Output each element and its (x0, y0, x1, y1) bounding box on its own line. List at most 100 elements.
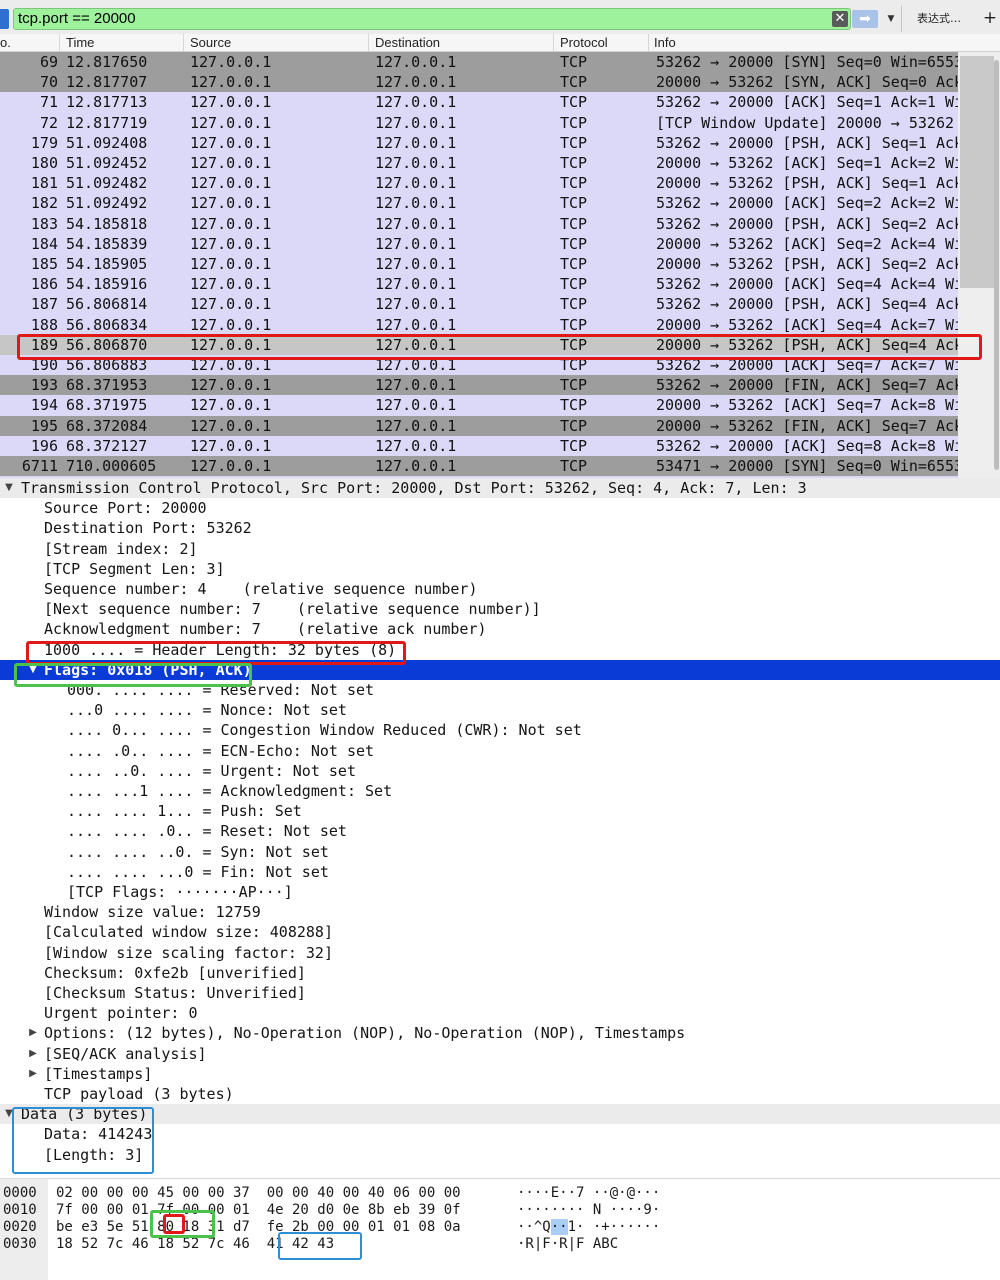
detail-row[interactable]: .... .0.. .... = ECN-Echo: Not set (0, 741, 1000, 761)
detail-row[interactable]: [TCP Segment Len: 3] (0, 559, 1000, 579)
packet-source-cell: 127.0.0.1 (190, 194, 272, 213)
apply-filter-arrow-icon[interactable]: ➡ (852, 10, 878, 28)
packet-no-cell: 6711 (21, 457, 58, 475)
expression-button[interactable]: 表达式… (906, 10, 972, 28)
detail-row[interactable]: Sequence number: 4 (relative sequence nu… (0, 579, 1000, 599)
bytes-ascii: ········ N ····9· (517, 1202, 660, 1219)
packet-source-cell: 127.0.0.1 (190, 113, 272, 132)
packet-row[interactable]: 186 54.185916 127.0.0.1 127.0.0.1 TCP 53262 →… (0, 274, 972, 295)
packet-row[interactable]: 187 56.806814 127.0.0.1 127.0.0.1 TCP 53262 →… (0, 294, 972, 315)
packet-no-cell: 187 (30, 295, 58, 314)
add-filter-button-icon[interactable]: + (982, 8, 998, 28)
column-header-no[interactable]: o. (0, 35, 11, 51)
packet-time-cell: 51.092492 (66, 194, 148, 213)
packet-row[interactable]: 180 51.092452 127.0.0.1 127.0.0.1 TCP 20000 →… (0, 153, 972, 174)
packet-list-minimap[interactable] (960, 56, 994, 288)
packet-no-cell: 180 (30, 154, 58, 172)
detail-row[interactable]: Window size value: 12759 (0, 902, 1000, 922)
bytes-row[interactable]: 0000 02 00 00 00 45 00 00 37 00 00 40 00 … (0, 1185, 1000, 1202)
column-header-source[interactable]: Source (190, 35, 231, 51)
packet-row[interactable]: 6711 710.000605 127.0.0.1 127.0.0.1 TCP 53471… (0, 456, 1000, 477)
detail-row[interactable]: .... .... ..0. = Syn: Not set (0, 842, 1000, 862)
detail-row[interactable]: .... .... 1... = Push: Set (0, 801, 1000, 821)
packet-row[interactable]: 71 12.817713 127.0.0.1 127.0.0.1 TCP 53262 → … (0, 92, 972, 113)
detail-row[interactable]: [Checksum Status: Unverified] (0, 983, 1000, 1003)
packet-list[interactable]: 69 12.817650 127.0.0.1 127.0.0.1 TCP 53262 → … (0, 52, 1000, 478)
detail-row[interactable]: [Next sequence number: 7 (relative seque… (0, 599, 1000, 619)
packet-row[interactable]: 194 68.371975 127.0.0.1 127.0.0.1 TCP 20000 →… (0, 395, 972, 416)
detail-row[interactable]: .... .... ...0 = Fin: Not set (0, 862, 1000, 882)
packet-row[interactable]: 188 56.806834 127.0.0.1 127.0.0.1 TCP 20000 →… (0, 314, 972, 335)
expanded-triangle-icon[interactable]: ▼ (0, 478, 18, 498)
column-header-time[interactable]: Time (66, 35, 94, 51)
column-header-protocol[interactable]: Protocol (560, 35, 608, 51)
detail-text: Options: (12 bytes), No-Operation (NOP),… (44, 1024, 686, 1043)
packet-row[interactable]: 193 68.371953 127.0.0.1 127.0.0.1 TCP 53262 →… (0, 375, 972, 396)
filter-history-dropdown-icon[interactable]: ▼ (884, 10, 898, 28)
detail-row[interactable]: Urgent pointer: 0 (0, 1003, 1000, 1023)
detail-row[interactable]: Acknowledgment number: 7 (relative ack n… (0, 619, 1000, 639)
packet-row[interactable]: 181 51.092482 127.0.0.1 127.0.0.1 TCP 20000 →… (0, 173, 972, 194)
packet-row[interactable]: 70 12.817707 127.0.0.1 127.0.0.1 TCP 20000 → … (0, 72, 972, 93)
packet-protocol-cell: TCP (560, 214, 588, 233)
packet-info-cell: 20000 → 53262 [ACK] Seq=4 Ack=7 Win (656, 315, 973, 334)
detail-row[interactable]: ...0 .... .... = Nonce: Not set (0, 700, 1000, 720)
detail-row[interactable]: [Window size scaling factor: 32] (0, 943, 1000, 963)
packet-time-cell: 710.000605 (66, 457, 157, 475)
packet-protocol-cell: TCP (560, 315, 588, 334)
packet-list-scroll-thumb[interactable] (994, 60, 999, 470)
detail-row[interactable]: Destination Port: 53262 (0, 518, 1000, 538)
detail-row[interactable]: ▶ [SEQ/ACK analysis] (0, 1044, 1000, 1064)
packet-row[interactable]: 182 51.092492 127.0.0.1 127.0.0.1 TCP 53262 →… (0, 193, 972, 214)
detail-row[interactable]: [Stream index: 2] (0, 539, 1000, 559)
packet-details-tree[interactable]: ▼ Transmission Control Protocol, Src Port… (0, 478, 1000, 1178)
packet-row[interactable]: 179 51.092408 127.0.0.1 127.0.0.1 TCP 53262 →… (0, 132, 972, 153)
detail-row[interactable]: .... ...1 .... = Acknowledgment: Set (0, 781, 1000, 801)
packet-row[interactable]: 196 68.372127 127.0.0.1 127.0.0.1 TCP 53262 →… (0, 435, 972, 456)
detail-row[interactable]: .... ..0. .... = Urgent: Not set (0, 761, 1000, 781)
packet-no-cell: 184 (30, 234, 58, 253)
packet-row[interactable]: 72 12.817719 127.0.0.1 127.0.0.1 TCP [TCP Win… (0, 112, 958, 133)
detail-row[interactable]: .... 0... .... = Congestion Window Reduc… (0, 720, 1000, 740)
column-header-destination[interactable]: Destination (375, 35, 440, 51)
packet-time-cell: 12.817707 (66, 73, 148, 92)
filter-bookmark-icon[interactable] (0, 9, 9, 29)
detail-text: [TCP Flags: ·······AP···] (67, 883, 293, 901)
packet-row[interactable]: 185 54.185905 127.0.0.1 127.0.0.1 TCP 20000 →… (0, 254, 972, 275)
detail-row[interactable]: [Calculated window size: 408288] (0, 922, 1000, 942)
detail-row[interactable]: Source Port: 20000 (0, 498, 1000, 518)
packet-destination-cell: 127.0.0.1 (375, 416, 457, 435)
packet-info-cell: [TCP Window Update] 20000 → 53262 (656, 113, 955, 132)
display-filter-input[interactable]: tcp.port == 20000 (13, 8, 851, 30)
column-header-info[interactable]: Info (654, 35, 676, 51)
packet-source-cell: 127.0.0.1 (190, 275, 272, 294)
detail-row[interactable]: Checksum: 0xfe2b [unverified] (0, 963, 1000, 983)
packet-no-cell: 193 (30, 376, 58, 395)
packet-no-cell: 179 (30, 133, 58, 152)
packet-row[interactable]: 184 54.185839 127.0.0.1 127.0.0.1 TCP 20000 →… (0, 233, 972, 254)
collapsed-triangle-icon[interactable]: ▶ (24, 1064, 42, 1084)
detail-text: [TCP Segment Len: 3] (44, 559, 225, 578)
packet-row[interactable]: 195 68.372084 127.0.0.1 127.0.0.1 TCP 20000 →… (0, 415, 972, 436)
clear-filter-icon[interactable]: ✕ (832, 11, 848, 27)
detail-row[interactable]: ▶ Options: (12 bytes), No-Operation (NOP)… (0, 1023, 1000, 1043)
bytes-row[interactable]: 0030 18 52 7c 46 18 52 7c 46 41 42 43 ·R|F… (0, 1236, 1000, 1253)
packet-row[interactable]: 69 12.817650 127.0.0.1 127.0.0.1 TCP 53262 → … (0, 52, 972, 73)
packet-info-cell: 20000 → 53262 [PSH, ACK] Seq=1 Ack= (656, 174, 973, 193)
collapsed-triangle-icon[interactable]: ▶ (24, 1023, 42, 1043)
detail-row[interactable]: TCP payload (3 bytes) (0, 1084, 1000, 1104)
packet-info-cell: 53262 → 20000 [PSH, ACK] Seq=1 Ack= (656, 133, 973, 152)
detail-text: .... .... ...0 = Fin: Not set (67, 862, 329, 881)
detail-row[interactable]: [TCP Flags: ·······AP···] (0, 882, 1000, 902)
packet-row[interactable]: 183 54.185818 127.0.0.1 127.0.0.1 TCP 53262 →… (0, 213, 972, 234)
collapsed-triangle-icon[interactable]: ▶ (24, 1044, 42, 1064)
detail-text: [Checksum Status: Unverified] (44, 984, 306, 1002)
packet-source-cell: 127.0.0.1 (190, 53, 272, 71)
detail-text: Window size value: 12759 (44, 903, 261, 922)
packet-time-cell: 54.185818 (66, 214, 148, 233)
detail-row[interactable]: ▶ [Timestamps] (0, 1064, 1000, 1084)
packet-destination-cell: 127.0.0.1 (375, 53, 457, 71)
detail-row[interactable]: ▼ Transmission Control Protocol, Src Port… (0, 478, 1000, 499)
detail-row[interactable]: .... .... .0.. = Reset: Not set (0, 821, 1000, 841)
packet-info-cell: 20000 → 53262 [ACK] Seq=2 Ack=4 Win (656, 234, 973, 253)
